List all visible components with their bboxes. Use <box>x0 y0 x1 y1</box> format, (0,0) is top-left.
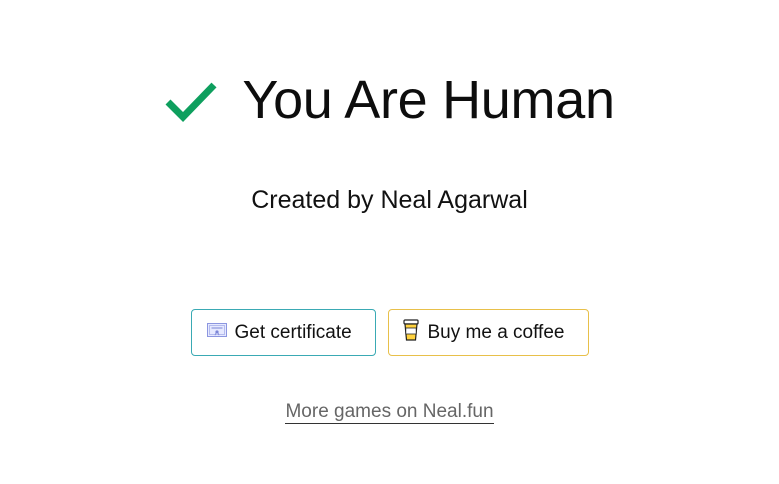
title-row: You Are Human <box>0 66 779 134</box>
page: You Are Human Created by Neal Agarwal Ge… <box>0 0 779 484</box>
more-games-link[interactable]: More games on Neal.fun <box>285 401 494 424</box>
credit-text: Created by Neal Agarwal <box>251 186 528 214</box>
page-title: You Are Human <box>242 70 615 130</box>
coffee-cup-icon <box>402 318 420 347</box>
button-row: Get certificate Buy me a coffee <box>0 309 779 356</box>
certificate-icon <box>206 322 227 344</box>
get-certificate-button[interactable]: Get certificate <box>190 309 376 356</box>
get-certificate-label: Get certificate <box>234 321 352 343</box>
buy-coffee-button[interactable]: Buy me a coffee <box>387 309 589 356</box>
buy-coffee-label: Buy me a coffee <box>427 321 565 343</box>
more-games-container: More games on Neal.fun <box>0 401 779 424</box>
checkmark-icon <box>165 82 217 122</box>
